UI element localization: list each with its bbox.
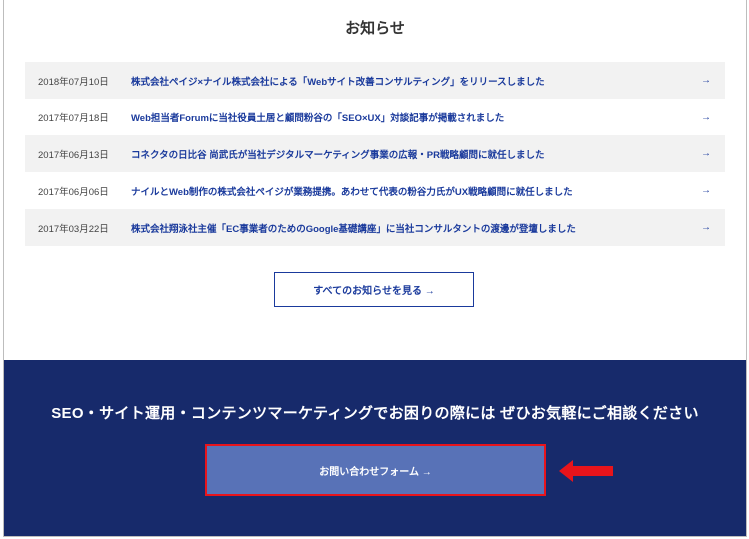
arrow-right-icon[interactable]: →	[701, 148, 711, 159]
news-item[interactable]: 2017年03月22日 株式会社翔泳社主催「EC事業者のためのGoogle基礎講…	[25, 209, 725, 246]
news-link[interactable]: 株式会社翔泳社主催「EC事業者のためのGoogle基礎講座」に当社コンサルタント…	[131, 221, 701, 235]
cta-heading: SEO・サイト運用・コンテンツマーケティングでお困りの際には ぜひお気軽にご相談…	[51, 405, 699, 422]
news-link[interactable]: Web担当者Forumに当社役員土居と顧問粉谷の「SEO×UX」対談記事が掲載さ…	[131, 110, 701, 124]
news-item[interactable]: 2018年07月10日 株式会社ペイジ×ナイル株式会社による「Webサイト改善コ…	[25, 62, 725, 99]
contact-cta-section: SEO・サイト運用・コンテンツマーケティングでお困りの際には ぜひお気軽にご相談…	[4, 360, 746, 536]
arrow-right-icon[interactable]: →	[701, 222, 711, 233]
news-date: 2017年06月06日	[38, 186, 109, 198]
news-item[interactable]: 2017年07月18日 Web担当者Forumに当社役員土居と顧問粉谷の「SEO…	[25, 99, 725, 135]
news-link[interactable]: コネクタの日比谷 尚武氏が当社デジタルマーケティング事業の広報・PR戦略顧問に就…	[131, 147, 701, 161]
view-all-news-button[interactable]: すべてのお知らせを見る →	[274, 272, 474, 307]
news-date: 2017年06月13日	[38, 149, 109, 161]
arrow-right-icon[interactable]: →	[701, 185, 711, 196]
arrow-right-icon[interactable]: →	[701, 75, 711, 86]
news-section-title: お知らせ	[345, 20, 405, 37]
arrow-right-icon[interactable]: →	[701, 112, 711, 123]
news-link[interactable]: 株式会社ペイジ×ナイル株式会社による「Webサイト改善コンサルティング」をリリー…	[131, 74, 701, 88]
news-date: 2017年03月22日	[38, 223, 109, 235]
news-date: 2017年07月18日	[38, 113, 109, 124]
contact-form-button[interactable]: お問い合わせフォーム →	[205, 444, 546, 496]
page-frame: お知らせ 2018年07月10日 株式会社ペイジ×ナイル株式会社による「Webサ…	[3, 0, 747, 537]
news-list: 2018年07月10日 株式会社ペイジ×ナイル株式会社による「Webサイト改善コ…	[25, 62, 725, 246]
news-item[interactable]: 2017年06月13日 コネクタの日比谷 尚武氏が当社デジタルマーケティング事業…	[25, 135, 725, 172]
red-pointer-arrow-icon	[559, 460, 613, 482]
news-link[interactable]: ナイルとWeb制作の株式会社ペイジが業務提携。あわせて代表の粉谷力氏がUX戦略顧…	[131, 184, 701, 198]
news-date: 2018年07月10日	[38, 76, 109, 88]
news-item[interactable]: 2017年06月06日 ナイルとWeb制作の株式会社ペイジが業務提携。あわせて代…	[25, 172, 725, 209]
